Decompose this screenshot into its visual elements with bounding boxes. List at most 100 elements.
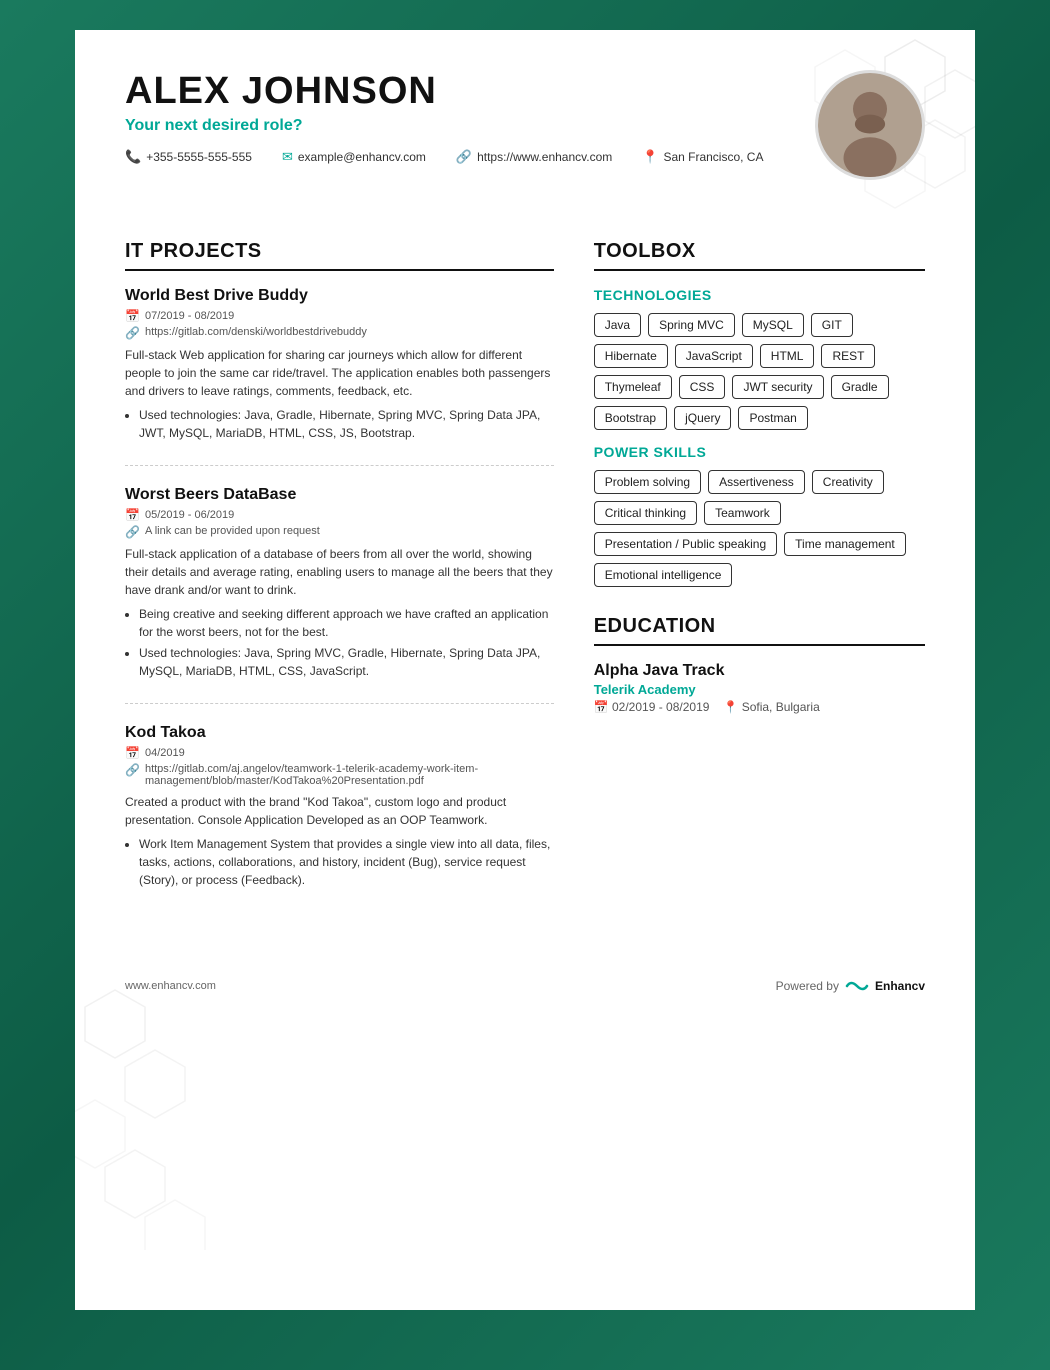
location-contact: 📍 San Francisco, CA — [642, 149, 763, 165]
skill-tag: Critical thinking — [594, 501, 697, 525]
project-link-text: https://gitlab.com/aj.angelov/teamwork-1… — [145, 763, 554, 787]
skill-tag: Teamwork — [704, 501, 781, 525]
project-bullets: Work Item Management System that provide… — [125, 835, 554, 889]
skill-tag: Emotional intelligence — [594, 563, 733, 587]
phone-number: +355-5555-555-555 — [146, 150, 252, 164]
link-icon: 🔗 — [125, 326, 140, 340]
project-date-text: 05/2019 - 06/2019 — [145, 509, 234, 521]
phone-icon: 📞 — [125, 149, 141, 165]
project-item: Worst Beers DataBase 📅 05/2019 - 06/2019… — [125, 486, 554, 704]
footer-website: www.enhancv.com — [125, 980, 216, 992]
calendar-icon: 📅 — [125, 746, 140, 760]
edu-location-icon: 📍 Sofia, Bulgaria — [723, 700, 819, 714]
calendar-icon: 📅 — [125, 309, 140, 323]
footer: www.enhancv.com Powered by Enhancv — [75, 962, 975, 1010]
education-school: Telerik Academy — [594, 682, 925, 697]
right-column: TOOLBOX TECHNOLOGIES Java Spring MVC MySQL… — [594, 210, 925, 932]
projects-section-title: IT PROJECTS — [125, 240, 554, 271]
candidate-role: Your next desired role? — [125, 117, 775, 135]
candidate-name: ALEX JOHNSON — [125, 70, 775, 113]
tech-tag: Thymeleaf — [594, 375, 672, 399]
email-address: example@enhancv.com — [298, 150, 426, 164]
bullet-item: Used technologies: Java, Gradle, Hiberna… — [139, 406, 554, 442]
project-item: World Best Drive Buddy 📅 07/2019 - 08/20… — [125, 287, 554, 466]
education-meta: 📅 02/2019 - 08/2019 📍 Sofia, Bulgaria — [594, 700, 925, 714]
project-link-text: https://gitlab.com/denski/worldbestdrive… — [145, 326, 367, 338]
tech-tag: GIT — [811, 313, 853, 337]
link-icon: 🔗 — [456, 149, 472, 165]
project-title: Worst Beers DataBase — [125, 486, 554, 504]
project-date-text: 07/2019 - 08/2019 — [145, 310, 234, 322]
technologies-title: TECHNOLOGIES — [594, 287, 925, 303]
email-contact: ✉ example@enhancv.com — [282, 149, 426, 165]
bullet-item: Being creative and seeking different app… — [139, 605, 554, 641]
tech-tag: REST — [821, 344, 875, 368]
technologies-tags: Java Spring MVC MySQL GIT Hibernate JavaScrip… — [594, 313, 925, 430]
project-title: World Best Drive Buddy — [125, 287, 554, 305]
education-section-title: EDUCATION — [594, 615, 925, 646]
powered-by-text: Powered by — [776, 979, 839, 993]
education-degree: Alpha Java Track — [594, 662, 925, 680]
skill-tag: Problem solving — [594, 470, 701, 494]
header-section: ALEX JOHNSON Your next desired role? 📞 +… — [75, 30, 975, 210]
footer-brand: Powered by Enhancv — [776, 978, 925, 994]
education-container: Alpha Java Track Telerik Academy 📅 02/20… — [594, 662, 925, 714]
tech-tag: MySQL — [742, 313, 804, 337]
bullet-item: Used technologies: Java, Spring MVC, Gra… — [139, 644, 554, 680]
project-link: 🔗 A link can be provided upon request — [125, 525, 554, 539]
project-bullets: Used technologies: Java, Gradle, Hiberna… — [125, 406, 554, 442]
tech-tag: Java — [594, 313, 641, 337]
website-url: https://www.enhancv.com — [477, 150, 612, 164]
main-content: IT PROJECTS World Best Drive Buddy 📅 07/… — [75, 210, 975, 932]
power-skills-title: POWER SKILLS — [594, 444, 925, 460]
tech-tag: Gradle — [831, 375, 889, 399]
email-icon: ✉ — [282, 149, 293, 165]
tech-tag: JavaScript — [675, 344, 753, 368]
location-icon: 📍 — [642, 149, 658, 165]
website-contact: 🔗 https://www.enhancv.com — [456, 149, 612, 165]
phone-contact: 📞 +355-5555-555-555 — [125, 149, 252, 165]
project-date: 📅 07/2019 - 08/2019 — [125, 309, 554, 323]
left-column: IT PROJECTS World Best Drive Buddy 📅 07/… — [125, 210, 554, 932]
calendar-icon: 📅 — [125, 508, 140, 522]
header-left: ALEX JOHNSON Your next desired role? 📞 +… — [125, 70, 775, 165]
project-link: 🔗 https://gitlab.com/denski/worldbestdri… — [125, 326, 554, 340]
tech-tag: HTML — [760, 344, 815, 368]
skill-tag: Presentation / Public speaking — [594, 532, 777, 556]
tech-tag: CSS — [679, 375, 726, 399]
link-icon: 🔗 — [125, 763, 140, 777]
skill-tag: Time management — [784, 532, 906, 556]
tech-tag: Postman — [738, 406, 807, 430]
project-bullets: Being creative and seeking different app… — [125, 605, 554, 680]
brand-logo-icon — [845, 978, 869, 994]
education-item: Alpha Java Track Telerik Academy 📅 02/20… — [594, 662, 925, 714]
project-description: Full-stack Web application for sharing c… — [125, 346, 554, 400]
edu-calendar-icon: 📅 02/2019 - 08/2019 — [594, 700, 710, 714]
project-title: Kod Takoa — [125, 724, 554, 742]
resume-page: ALEX JOHNSON Your next desired role? 📞 +… — [75, 30, 975, 1310]
skill-tag: Creativity — [812, 470, 884, 494]
tech-tag: Bootstrap — [594, 406, 667, 430]
toolbox-section-title: TOOLBOX — [594, 240, 925, 271]
projects-container: World Best Drive Buddy 📅 07/2019 - 08/20… — [125, 287, 554, 912]
link-icon: 🔗 — [125, 525, 140, 539]
tech-tag: jQuery — [674, 406, 731, 430]
project-description: Created a product with the brand "Kod Ta… — [125, 793, 554, 829]
project-date: 📅 04/2019 — [125, 746, 554, 760]
project-link-text: A link can be provided upon request — [145, 525, 320, 537]
tech-tag: JWT security — [732, 375, 823, 399]
project-date: 📅 05/2019 - 06/2019 — [125, 508, 554, 522]
location-text: San Francisco, CA — [663, 150, 763, 164]
bullet-item: Work Item Management System that provide… — [139, 835, 554, 889]
project-description: Full-stack application of a database of … — [125, 545, 554, 599]
profile-photo — [815, 70, 925, 180]
contact-info: 📞 +355-5555-555-555 ✉ example@enhancv.co… — [125, 149, 775, 165]
project-item: Kod Takoa 📅 04/2019 🔗 https://gitlab.com… — [125, 724, 554, 912]
brand-name: Enhancv — [875, 979, 925, 993]
tech-tag: Spring MVC — [648, 313, 735, 337]
power-skills-tags: Problem solving Assertiveness Creativity Cr… — [594, 470, 925, 587]
tech-tag: Hibernate — [594, 344, 668, 368]
skill-tag: Assertiveness — [708, 470, 805, 494]
project-link: 🔗 https://gitlab.com/aj.angelov/teamwork… — [125, 763, 554, 787]
project-date-text: 04/2019 — [145, 747, 185, 759]
